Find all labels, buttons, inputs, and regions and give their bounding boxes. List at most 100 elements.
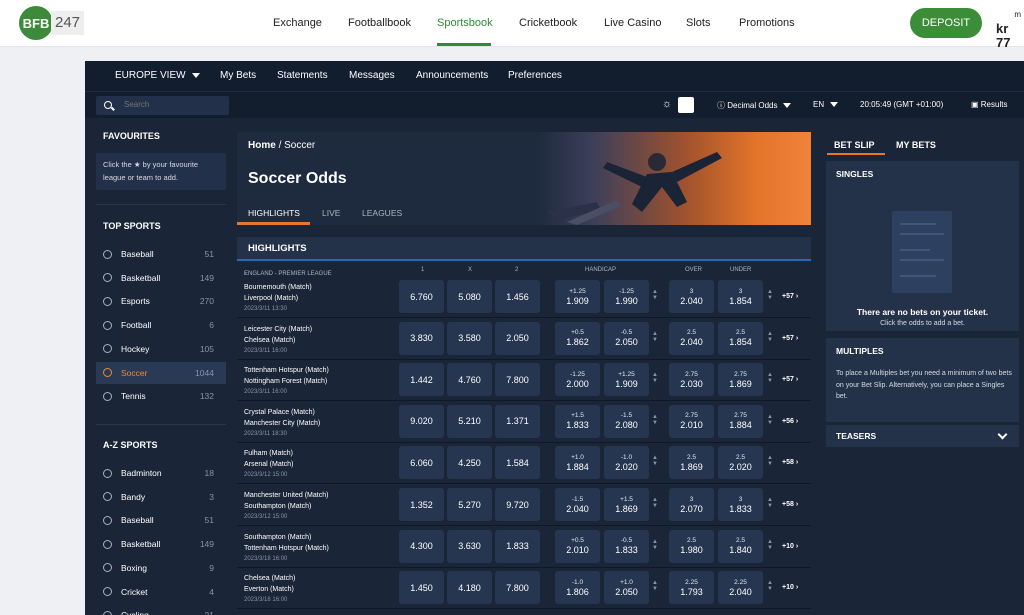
odds-draw[interactable]: 4.760 (447, 363, 492, 397)
over-odds[interactable]: 2.5 2.040 (669, 321, 714, 355)
odds-home[interactable]: 6.760 (399, 280, 444, 313)
over-odds[interactable]: 2.25 1.793 (669, 571, 714, 605)
brand-logo[interactable]: BFB 247 (19, 6, 85, 40)
total-switch-icon[interactable]: ▲ ▼ (767, 497, 773, 509)
sidebar-item-football[interactable]: Football 6 (96, 314, 226, 336)
sidebar-item-baseball[interactable]: Baseball 51 (96, 243, 226, 265)
subnav-messages[interactable]: Messages (349, 70, 395, 81)
deposit-button[interactable]: DEPOSIT (910, 8, 982, 38)
europe-view-dropdown[interactable]: EUROPE VIEW (115, 70, 200, 81)
odds-home[interactable]: 9.020 (399, 404, 444, 438)
over-odds[interactable]: 3 2.070 (669, 488, 714, 521)
event-info[interactable]: Southampton (Match) Tottenham Hotspur (Ma… (244, 532, 329, 565)
tab-live[interactable]: LIVE (322, 208, 340, 218)
odds-home[interactable]: 1.450 (399, 571, 444, 605)
sidebar-item-boxing[interactable]: Boxing 9 (96, 557, 226, 579)
sidebar-item-cycling[interactable]: Cycling21 (96, 604, 226, 615)
handicap-home[interactable]: -1.5 2.040 (555, 488, 600, 521)
nav-slots[interactable]: Slots (686, 17, 710, 29)
handicap-switch-icon[interactable]: ▲ ▼ (652, 331, 658, 343)
odds-home[interactable]: 1.352 (399, 488, 444, 521)
handicap-switch-icon[interactable]: ▲ ▼ (652, 580, 658, 592)
over-odds[interactable]: 2.5 1.869 (669, 446, 714, 480)
nav-sportsbook[interactable]: Sportsbook (437, 17, 493, 29)
odds-draw[interactable]: 3.580 (447, 321, 492, 355)
odds-away[interactable]: 1.584 (495, 446, 540, 480)
handicap-away[interactable]: -1.25 1.990 (604, 280, 649, 313)
over-odds[interactable]: 2.5 1.980 (669, 529, 714, 563)
more-markets-link[interactable]: +58 › (782, 501, 798, 508)
handicap-home[interactable]: +0.5 1.862 (555, 321, 600, 355)
handicap-away[interactable]: -0.5 1.833 (604, 529, 649, 563)
sidebar-item-basketball[interactable]: Basketball 149 (96, 267, 226, 289)
sidebar-item-esports[interactable]: Esports 270 (96, 290, 226, 312)
handicap-away[interactable]: -1.5 2.080 (604, 404, 649, 438)
event-info[interactable]: Fulham (Match) Arsenal (Match) 2023/3/12 1… (244, 448, 293, 481)
odds-format-dropdown[interactable]: ⓘ Decimal Odds (717, 100, 792, 111)
event-info[interactable]: Chelsea (Match) Everton (Match) 2023/3/18 … (244, 573, 295, 606)
odds-home[interactable]: 4.300 (399, 529, 444, 563)
odds-away[interactable]: 2.050 (495, 321, 540, 355)
odds-draw[interactable]: 4.180 (447, 571, 492, 605)
under-odds[interactable]: 2.75 1.869 (718, 363, 763, 397)
total-switch-icon[interactable]: ▲ ▼ (767, 331, 773, 343)
tab-bet-slip[interactable]: BET SLIP (834, 140, 875, 150)
sidebar-item-hockey[interactable]: Hockey 105 (96, 338, 226, 360)
handicap-away[interactable]: +1.0 2.050 (604, 571, 649, 605)
handicap-home[interactable]: -1.25 2.000 (555, 363, 600, 397)
more-markets-link[interactable]: +10 › (782, 543, 798, 550)
more-markets-link[interactable]: +57 › (782, 293, 798, 300)
results-link[interactable]: ▣ Results (971, 100, 1007, 109)
handicap-home[interactable]: +1.0 1.884 (555, 446, 600, 480)
odds-draw[interactable]: 5.270 (447, 488, 492, 521)
nav-promotions[interactable]: Promotions (739, 17, 795, 29)
event-info[interactable]: Tottenham Hotspur (Match) Nottingham Fore… (244, 365, 329, 398)
total-switch-icon[interactable]: ▲ ▼ (767, 414, 773, 426)
under-odds[interactable]: 2.5 1.854 (718, 321, 763, 355)
subnav-my-bets[interactable]: My Bets (220, 70, 256, 81)
odds-draw[interactable]: 3.630 (447, 529, 492, 563)
odds-away[interactable]: 7.800 (495, 571, 540, 605)
teasers-panel[interactable]: TEASERS (826, 425, 1019, 447)
handicap-switch-icon[interactable]: ▲ ▼ (652, 539, 658, 551)
sun-icon[interactable]: ☼ (662, 98, 672, 110)
over-odds[interactable]: 2.75 2.030 (669, 363, 714, 397)
total-switch-icon[interactable]: ▲ ▼ (767, 372, 773, 384)
odds-away[interactable]: 9.720 (495, 488, 540, 521)
odds-home[interactable]: 1.442 (399, 363, 444, 397)
handicap-switch-icon[interactable]: ▲ ▼ (652, 414, 658, 426)
more-markets-link[interactable]: +56 › (782, 418, 798, 425)
odds-away[interactable]: 7.800 (495, 363, 540, 397)
theme-toggle[interactable] (678, 97, 694, 113)
chevron-down-icon[interactable] (997, 429, 1008, 440)
nav-cricketbook[interactable]: Cricketbook (519, 17, 577, 29)
more-markets-link[interactable]: +10 › (782, 584, 798, 591)
search-input[interactable] (124, 100, 224, 109)
odds-draw[interactable]: 5.080 (447, 280, 492, 313)
breadcrumb-home[interactable]: Home (248, 140, 276, 151)
handicap-away[interactable]: +1.25 1.909 (604, 363, 649, 397)
handicap-home[interactable]: -1.0 1.806 (555, 571, 600, 605)
odds-away[interactable]: 1.371 (495, 404, 540, 438)
handicap-away[interactable]: -1.0 2.020 (604, 446, 649, 480)
over-odds[interactable]: 3 2.040 (669, 280, 714, 313)
total-switch-icon[interactable]: ▲ ▼ (767, 289, 773, 301)
account-balance[interactable]: m kr 77 (996, 8, 1024, 50)
nav-live-casino[interactable]: Live Casino (604, 17, 661, 29)
handicap-home[interactable]: +1.5 1.833 (555, 404, 600, 438)
odds-away[interactable]: 1.833 (495, 529, 540, 563)
under-odds[interactable]: 2.5 2.020 (718, 446, 763, 480)
event-info[interactable]: Crystal Palace (Match) Manchester City (M… (244, 407, 320, 440)
under-odds[interactable]: 3 1.854 (718, 280, 763, 313)
subnav-preferences[interactable]: Preferences (508, 70, 562, 81)
search-box[interactable] (96, 96, 229, 115)
over-odds[interactable]: 2.75 2.010 (669, 404, 714, 438)
event-info[interactable]: Bournemouth (Match) Liverpool (Match) 2023… (244, 282, 312, 315)
total-switch-icon[interactable]: ▲ ▼ (767, 455, 773, 467)
handicap-switch-icon[interactable]: ▲ ▼ (652, 372, 658, 384)
sidebar-item-cricket[interactable]: Cricket 4 (96, 581, 226, 603)
sidebar-item-bandy[interactable]: Bandy 3 (96, 486, 226, 508)
sidebar-item-baseball[interactable]: Baseball 51 (96, 509, 226, 531)
event-info[interactable]: Manchester United (Match) Southampton (Ma… (244, 490, 328, 523)
handicap-switch-icon[interactable]: ▲ ▼ (652, 455, 658, 467)
